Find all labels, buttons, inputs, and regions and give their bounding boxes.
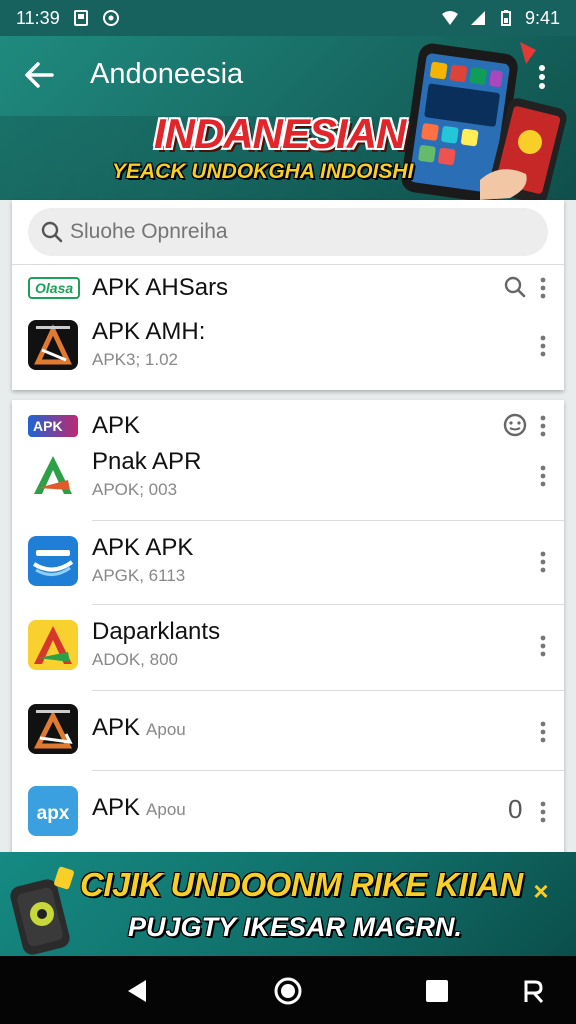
search-bar[interactable] (28, 208, 548, 256)
app-sub: Apou (146, 720, 186, 739)
app-name: Daparklants (92, 618, 221, 645)
app-header-banner: Andoneesia INDANESIAN YEACK UNDOKGHA IND… (0, 36, 576, 200)
apx-icon: apx (28, 786, 78, 836)
search-icon (41, 221, 63, 243)
app-title-row: APK Apou (92, 794, 186, 822)
overflow-menu-icon[interactable] (530, 64, 554, 90)
app-title-row: APK Apou (92, 714, 186, 742)
banner-title: INDANESIAN (154, 110, 406, 157)
status-bar: 11:39 9:41 (0, 0, 576, 36)
apk-blue-icon (28, 536, 78, 586)
status-clock-right: 9:41 (524, 7, 560, 28)
section-header-1: Olasa APK AHSars (12, 266, 564, 310)
banner-subtitle: YEACK UNDOKGHA INDOISHI (112, 160, 414, 183)
divider (92, 520, 564, 521)
list-item[interactable]: Daparklants ADOK, 800 (12, 606, 564, 690)
list-item[interactable]: APK Apou (12, 692, 564, 770)
battery-icon (500, 10, 511, 26)
search-panel: Olasa APK AHSars APK AMH: APK3; 1.02 (12, 200, 564, 390)
list-item[interactable]: APK AMH: APK3; 1.02 (12, 306, 564, 390)
more-vert-icon[interactable] (538, 414, 548, 438)
app-name: APK (92, 794, 141, 821)
notification-icon (73, 10, 88, 26)
search-input[interactable] (70, 220, 510, 244)
divider (12, 264, 564, 265)
search-icon[interactable] (502, 274, 528, 300)
apx-icon-text: apx (37, 803, 70, 824)
apk-dark-icon (28, 320, 78, 370)
more-vert-icon[interactable] (538, 334, 548, 358)
divider (92, 690, 564, 691)
nav-accessibility-icon[interactable] (518, 976, 548, 1006)
more-vert-icon[interactable] (538, 720, 548, 744)
more-vert-icon[interactable] (538, 464, 548, 488)
section-badge: APK (33, 418, 63, 434)
nav-recents-icon[interactable] (422, 976, 452, 1006)
app-meta: APOK; 003 (92, 480, 178, 499)
more-vert-icon[interactable] (538, 550, 548, 574)
phone-gadget-illustration (10, 866, 74, 955)
list-item[interactable]: APK APK APGK, 6113 (12, 522, 564, 606)
section-title: APK AHSars (92, 274, 229, 301)
app-meta: ADOK, 800 (92, 650, 178, 669)
divider (92, 604, 564, 605)
divider (92, 770, 564, 771)
apk-green-triangle-icon (28, 450, 78, 500)
apk-panel: APK APK Pnak APR APOK; 003 APK APK APGK,… (12, 400, 564, 860)
ad-headline: CIJIK UNDOONM RIKE KIIAN (80, 866, 523, 903)
apk-badge: APK (28, 415, 78, 437)
nav-back-icon[interactable] (122, 976, 152, 1006)
apk-yellow-icon (28, 620, 78, 670)
app-name: APK AMH: (92, 318, 206, 345)
system-nav-bar (0, 956, 576, 1024)
face-icon[interactable] (502, 412, 528, 438)
app-name: APK APK (92, 534, 194, 561)
status-time: 11:39 (16, 7, 60, 28)
app-name: APK (92, 714, 141, 741)
ad-subline: PUJGTY IKESAR MAGRN. (128, 912, 463, 942)
more-vert-icon[interactable] (538, 800, 548, 824)
more-vert-icon[interactable] (538, 276, 548, 300)
sync-icon (102, 10, 119, 26)
ad-banner[interactable]: CIJIK UNDOONM RIKE KIIAN PUJGTY IKESAR M… (0, 852, 576, 956)
app-meta: APGK, 6113 (92, 566, 186, 585)
list-item[interactable]: Pnak APR APOK; 003 (12, 436, 564, 520)
wifi-icon (441, 11, 458, 25)
count-badge: 0 (508, 794, 523, 824)
apk-dark-arrow-icon (28, 704, 78, 754)
list-item[interactable]: apx APK Apou 0 (12, 772, 564, 856)
nav-home-icon[interactable] (273, 976, 303, 1006)
page-title: Andoneesia (90, 58, 244, 90)
app-name: Pnak APR (92, 448, 202, 475)
more-vert-icon[interactable] (538, 634, 548, 658)
ad-close-button[interactable]: × (530, 878, 552, 904)
section-badge: Olasa (28, 277, 80, 299)
app-meta: APK3; 1.02 (92, 350, 179, 369)
back-arrow-icon[interactable] (22, 58, 56, 92)
signal-icon (470, 11, 485, 25)
app-sub: Apou (146, 800, 186, 819)
